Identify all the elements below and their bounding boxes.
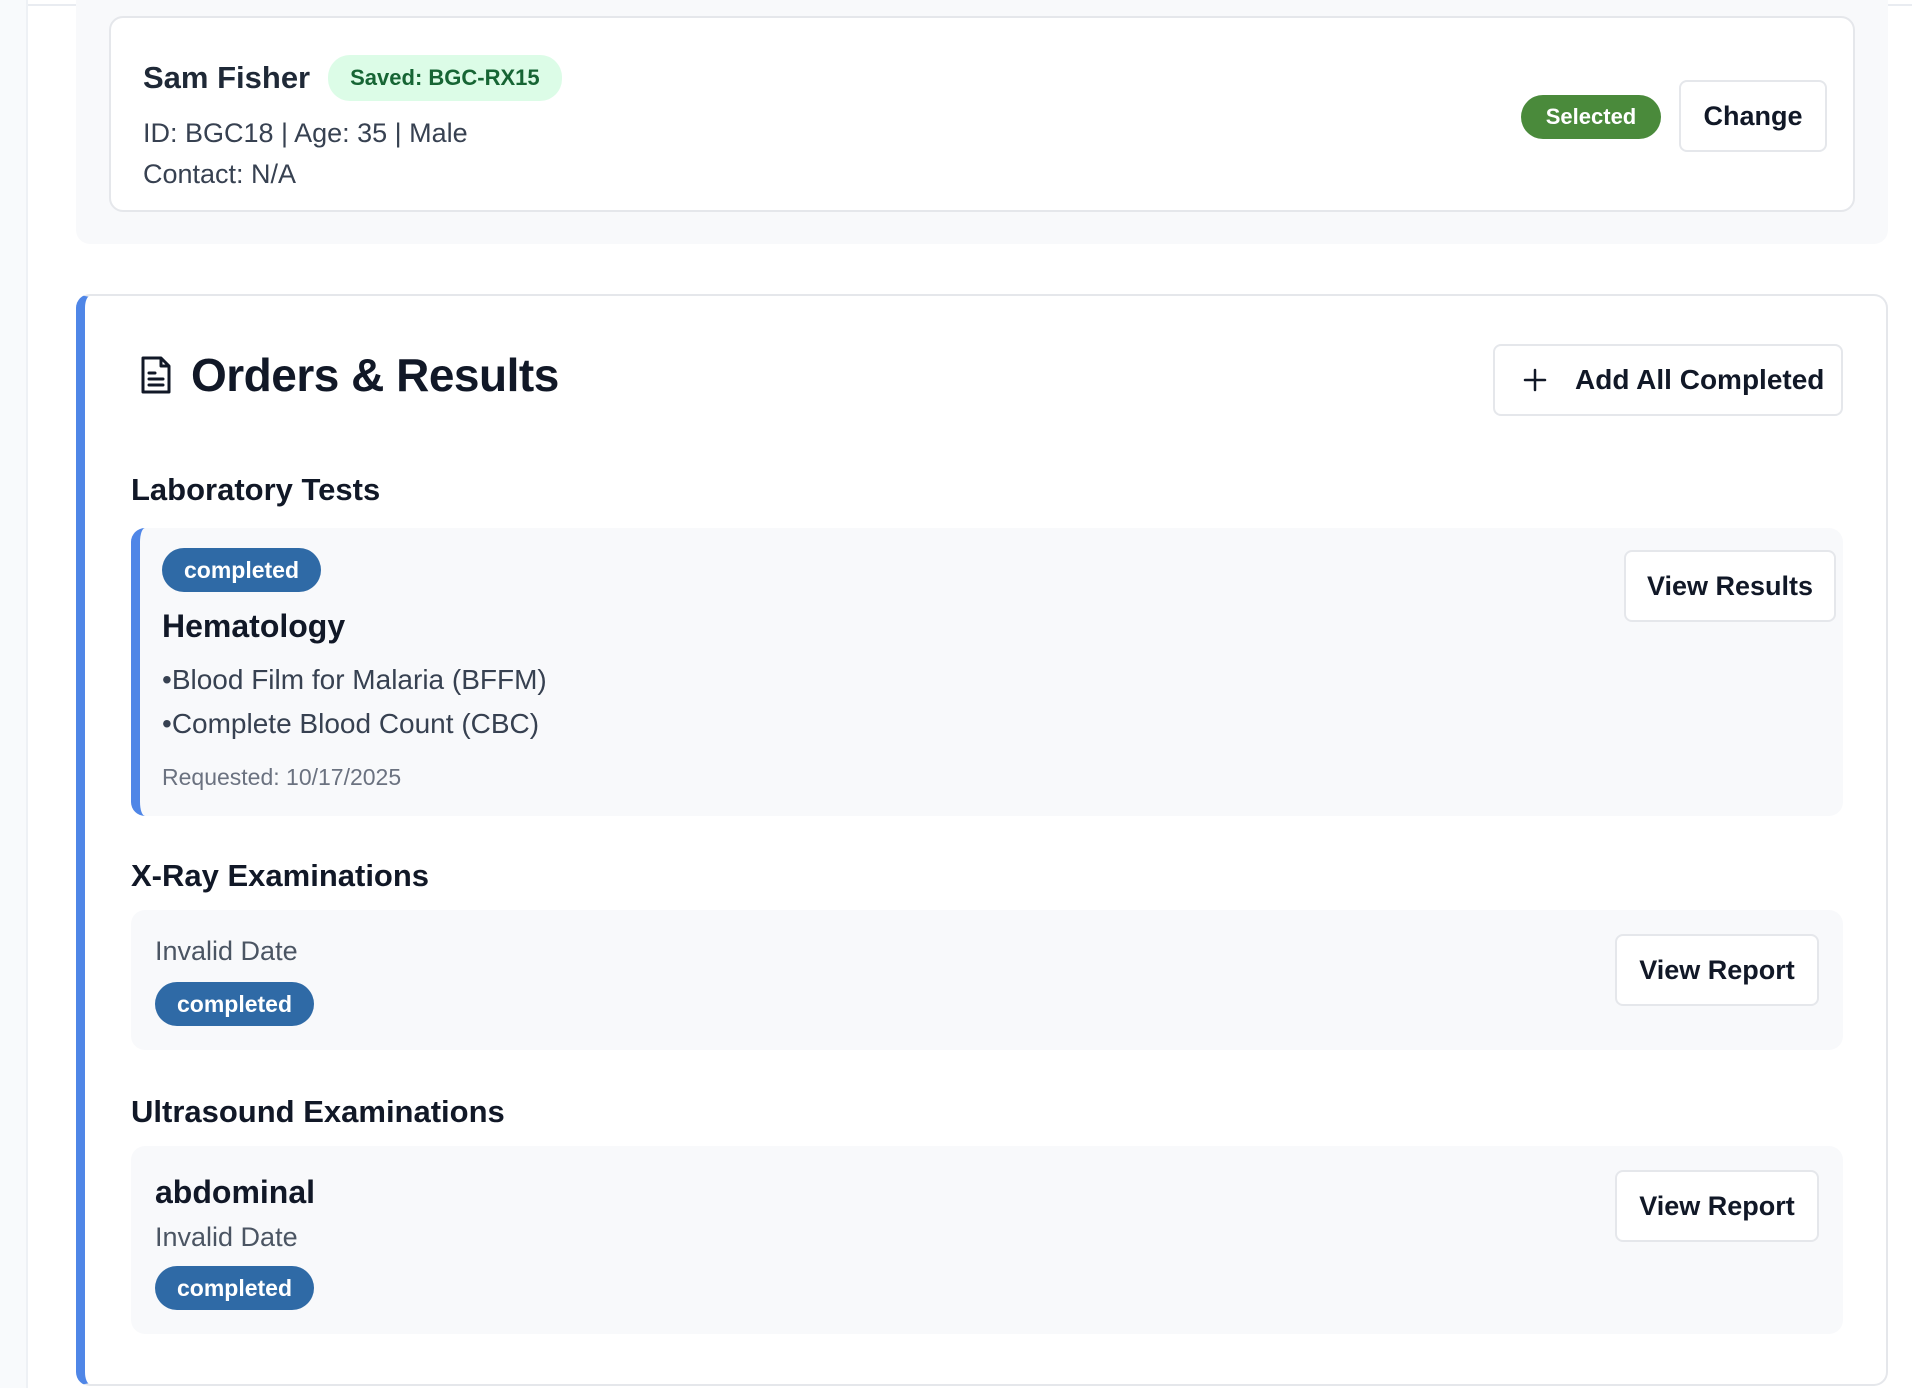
lab-requested-date: Requested: 10/17/2025 — [162, 764, 402, 790]
page: Sam Fisher Saved: BGC-RX15 ID: BGC18 | A… — [0, 0, 1912, 1388]
patient-meta: ID: BGC18 | Age: 35 | Male — [143, 118, 468, 148]
lab-order-name: Hematology — [162, 608, 346, 644]
left-rail — [0, 0, 28, 1388]
status-badge: completed — [162, 548, 322, 592]
ultrasound-date: Invalid Date — [155, 1222, 298, 1252]
lab-test-item: Blood Film for Malaria (BFFM) — [162, 664, 547, 696]
selected-badge: Selected — [1521, 95, 1661, 139]
patient-name-row: Sam Fisher Saved: BGC-RX15 — [143, 55, 562, 101]
add-all-completed-label: Add All Completed — [1575, 364, 1825, 395]
status-badge: completed — [155, 1266, 315, 1310]
ultrasound-order-item: abdominal Invalid Date completed View Re… — [131, 1146, 1843, 1334]
add-all-completed-button[interactable]: Add All Completed — [1493, 344, 1843, 416]
ultrasound-name: abdominal — [155, 1174, 316, 1210]
view-xray-report-button[interactable]: View Report — [1615, 934, 1819, 1006]
lab-tests-heading: Laboratory Tests — [131, 472, 381, 507]
orders-results-card: Orders & Results Add All Completed Labor… — [76, 294, 1888, 1386]
xray-order-item: Invalid Date completed View Report — [131, 910, 1843, 1050]
xray-date: Invalid Date — [155, 936, 298, 966]
view-results-button[interactable]: View Results — [1624, 550, 1836, 622]
status-badge: completed — [155, 982, 315, 1026]
document-icon — [141, 356, 171, 394]
ultrasound-heading: Ultrasound Examinations — [131, 1094, 505, 1129]
saved-badge: Saved: BGC-RX15 — [328, 55, 562, 101]
lab-order-item: completed Hematology Blood Film for Mala… — [131, 528, 1843, 816]
patient-section: Sam Fisher Saved: BGC-RX15 ID: BGC18 | A… — [76, 0, 1888, 244]
orders-title: Orders & Results — [191, 349, 559, 401]
patient-name: Sam Fisher — [143, 60, 311, 95]
lab-test-item: Complete Blood Count (CBC) — [162, 708, 539, 740]
view-ultrasound-report-button[interactable]: View Report — [1615, 1170, 1819, 1242]
plus-icon — [1523, 368, 1547, 392]
patient-card: Sam Fisher Saved: BGC-RX15 ID: BGC18 | A… — [109, 16, 1855, 212]
patient-contact: Contact: N/A — [143, 159, 297, 189]
orders-header: Orders & Results — [139, 348, 559, 402]
xray-heading: X-Ray Examinations — [131, 858, 430, 893]
change-patient-button[interactable]: Change — [1679, 80, 1827, 152]
